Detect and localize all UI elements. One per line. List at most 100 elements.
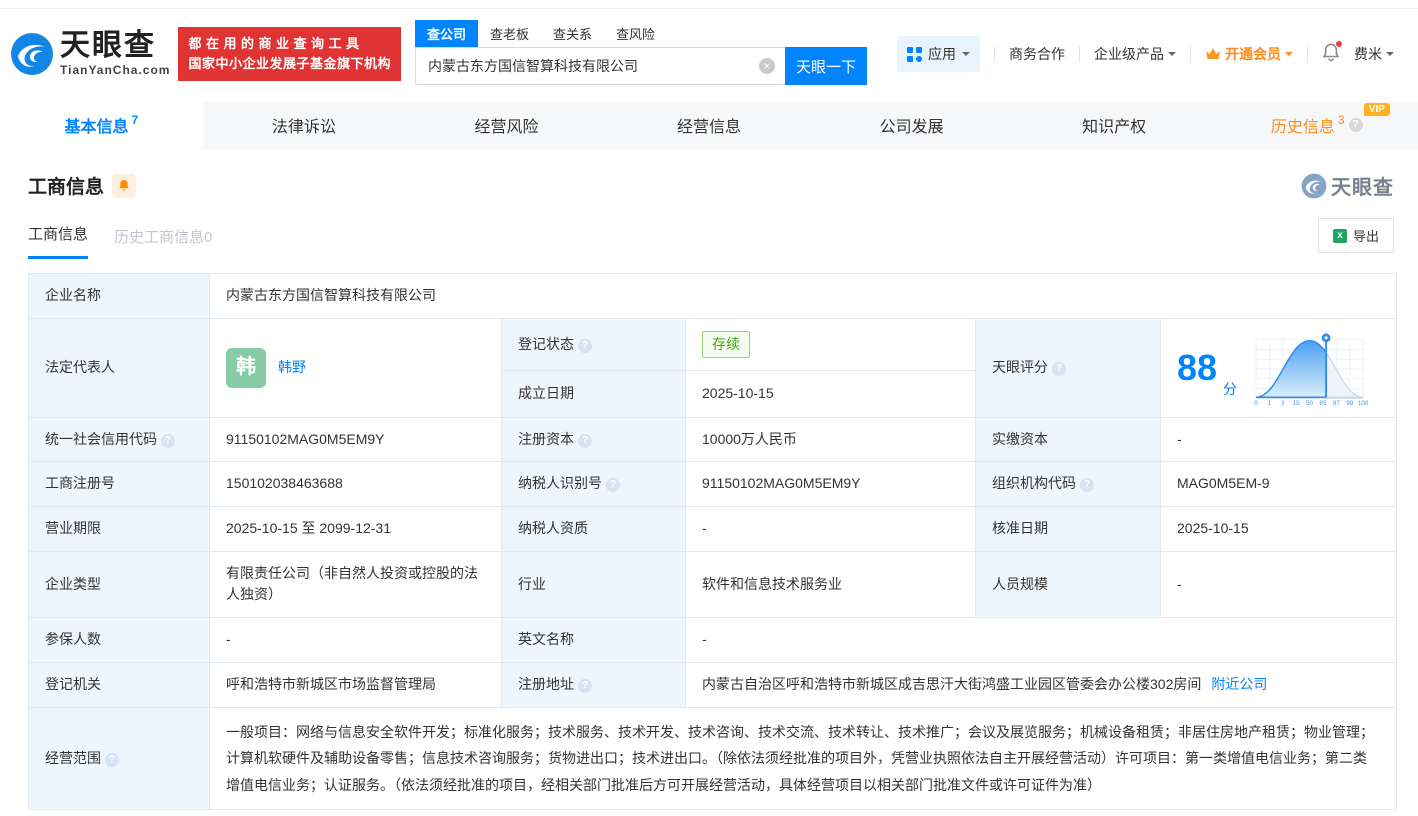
taxpayer-quality-value: -	[686, 507, 976, 552]
apps-menu[interactable]: 应用	[897, 36, 980, 72]
label-text: 注册资本	[518, 431, 574, 447]
tab-operation-risk[interactable]: 经营风险	[405, 101, 608, 149]
search-input[interactable]	[415, 47, 785, 85]
clear-search-icon[interactable]	[759, 58, 775, 74]
menu-vip[interactable]: 开通会员	[1205, 44, 1293, 64]
svg-text:15: 15	[1293, 400, 1301, 406]
insured-value: -	[210, 618, 502, 663]
reg-status-label: 登记状态	[502, 318, 686, 371]
divider	[1190, 46, 1191, 62]
excel-icon: x	[1333, 229, 1347, 243]
tab-intellectual-property[interactable]: 知识产权	[1013, 101, 1216, 149]
monitor-bell-button[interactable]	[112, 174, 136, 198]
menu-enterprise[interactable]: 企业级产品	[1094, 44, 1176, 64]
reg-capital-label: 注册资本	[502, 417, 686, 462]
vip-label: 开通会员	[1225, 44, 1281, 64]
help-icon[interactable]	[578, 339, 592, 353]
reg-address-cell: 内蒙古自治区呼和浩特市新城区成吉思汗大街鸿盛工业园区管委会办公楼302房间附近公…	[686, 662, 1397, 707]
tab-history-info[interactable]: VIP 历史信息 3	[1215, 101, 1418, 149]
menu-cooperation[interactable]: 商务合作	[1009, 44, 1065, 64]
search-tab-company[interactable]: 查公司	[415, 20, 478, 47]
divider	[1079, 46, 1080, 62]
reg-authority-value: 呼和浩特市新城区市场监督管理局	[210, 662, 502, 707]
user-menu[interactable]: 费米	[1354, 44, 1394, 64]
uscc-label: 统一社会信用代码	[29, 417, 210, 462]
svg-text:100: 100	[1358, 400, 1369, 406]
table-row: 登记机关 呼和浩特市新城区市场监督管理局 注册地址 内蒙古自治区呼和浩特市新城区…	[29, 662, 1397, 707]
score-value: 88	[1177, 350, 1217, 386]
enterprise-label: 企业级产品	[1094, 44, 1164, 64]
label-text: 注册地址	[518, 676, 574, 692]
search-tabs: 查公司 查老板 查关系 查风险	[415, 23, 867, 47]
promo-banner: 都在用的商业查询工具 国家中小企业发展子基金旗下机构	[178, 27, 401, 81]
label-text: 天眼评分	[992, 359, 1048, 375]
vip-badge: VIP	[1364, 103, 1390, 116]
business-scope-label: 经营范围	[29, 707, 210, 810]
search-tab-risk[interactable]: 查风险	[604, 20, 667, 47]
help-icon[interactable]	[1080, 478, 1094, 492]
section-head: 工商信息 天眼查	[0, 149, 1418, 200]
search-button[interactable]: 天眼一下	[785, 47, 867, 85]
subtab-business-registration[interactable]: 工商信息	[28, 223, 88, 259]
legal-rep-link[interactable]: 韩野	[278, 357, 306, 379]
status-badge: 存续	[702, 331, 750, 359]
industry-label: 行业	[502, 551, 686, 617]
chevron-down-icon	[962, 52, 970, 60]
tab-legal-litigation[interactable]: 法律诉讼	[203, 101, 406, 149]
help-icon[interactable]	[1349, 118, 1363, 132]
label-text: 组织机构代码	[992, 475, 1076, 491]
notifications-bell[interactable]	[1322, 43, 1340, 65]
reg-status-value: 存续	[686, 318, 976, 371]
svg-text:3: 3	[1281, 400, 1285, 406]
label-text: 统一社会信用代码	[45, 431, 157, 447]
score-unit: 分	[1223, 379, 1237, 401]
svg-text:97: 97	[1333, 400, 1341, 406]
tianyancha-logo[interactable]: 天眼查 TianYanCha.com	[10, 31, 170, 77]
help-icon[interactable]	[105, 753, 119, 767]
table-row: 参保人数 - 英文名称 -	[29, 618, 1397, 663]
label-text: 登记状态	[518, 336, 574, 352]
business-term-value: 2025-10-15 至 2099-12-31	[210, 507, 502, 552]
tianyancha-watermark-icon	[1301, 173, 1327, 199]
approval-date-label: 核准日期	[976, 507, 1161, 552]
help-icon[interactable]	[161, 434, 175, 448]
nearby-companies-link[interactable]: 附近公司	[1211, 676, 1267, 692]
tab-company-development[interactable]: 公司发展	[810, 101, 1013, 149]
est-date-label: 成立日期	[502, 371, 686, 417]
search-tab-boss[interactable]: 查老板	[478, 20, 541, 47]
bell-icon	[118, 179, 130, 192]
score-label: 天眼评分	[976, 318, 1161, 417]
company-type-label: 企业类型	[29, 551, 210, 617]
reg-capital-value: 10000万人民币	[686, 417, 976, 462]
uscc-value: 91150102MAG0M5EM9Y	[210, 417, 502, 462]
org-code-value: MAG0M5EM-9	[1161, 462, 1397, 507]
divider	[1307, 46, 1308, 62]
scope-text: 一般项目：网络与信息安全软件开发；标准化服务；技术服务、技术开发、技术咨询、技术…	[226, 719, 1380, 799]
subtab-history-registration[interactable]: 历史工商信息0	[114, 226, 212, 259]
promo-line1: 都在用的商业查询工具	[188, 34, 391, 54]
help-icon[interactable]	[1052, 362, 1066, 376]
table-row: 经营范围 一般项目：网络与信息安全软件开发；标准化服务；技术服务、技术开发、技术…	[29, 707, 1397, 810]
divider	[994, 46, 995, 62]
help-icon[interactable]	[578, 679, 592, 693]
business-term-label: 营业期限	[29, 507, 210, 552]
taxpayer-id-value: 91150102MAG0M5EM9Y	[686, 462, 976, 507]
company-name-label: 企业名称	[29, 274, 210, 319]
tab-basic-info[interactable]: 基本信息 7	[0, 101, 203, 149]
svg-text:99: 99	[1346, 400, 1354, 406]
tab-count: 7	[131, 113, 138, 127]
username: 费米	[1354, 44, 1382, 64]
help-icon[interactable]	[578, 434, 592, 448]
search-tab-relation[interactable]: 查关系	[541, 20, 604, 47]
export-button[interactable]: x 导出	[1318, 218, 1394, 253]
tab-business-info[interactable]: 经营信息	[608, 101, 811, 149]
english-name-value: -	[686, 618, 1397, 663]
tab-count: 3	[1338, 113, 1345, 127]
svg-text:0: 0	[1254, 400, 1258, 406]
taxpayer-quality-label: 纳税人资质	[502, 507, 686, 552]
paid-capital-value: -	[1161, 417, 1397, 462]
reg-number-value: 150102038463688	[210, 462, 502, 507]
avatar[interactable]: 韩	[226, 348, 266, 388]
help-icon[interactable]	[606, 478, 620, 492]
est-date-value: 2025-10-15	[686, 371, 976, 417]
